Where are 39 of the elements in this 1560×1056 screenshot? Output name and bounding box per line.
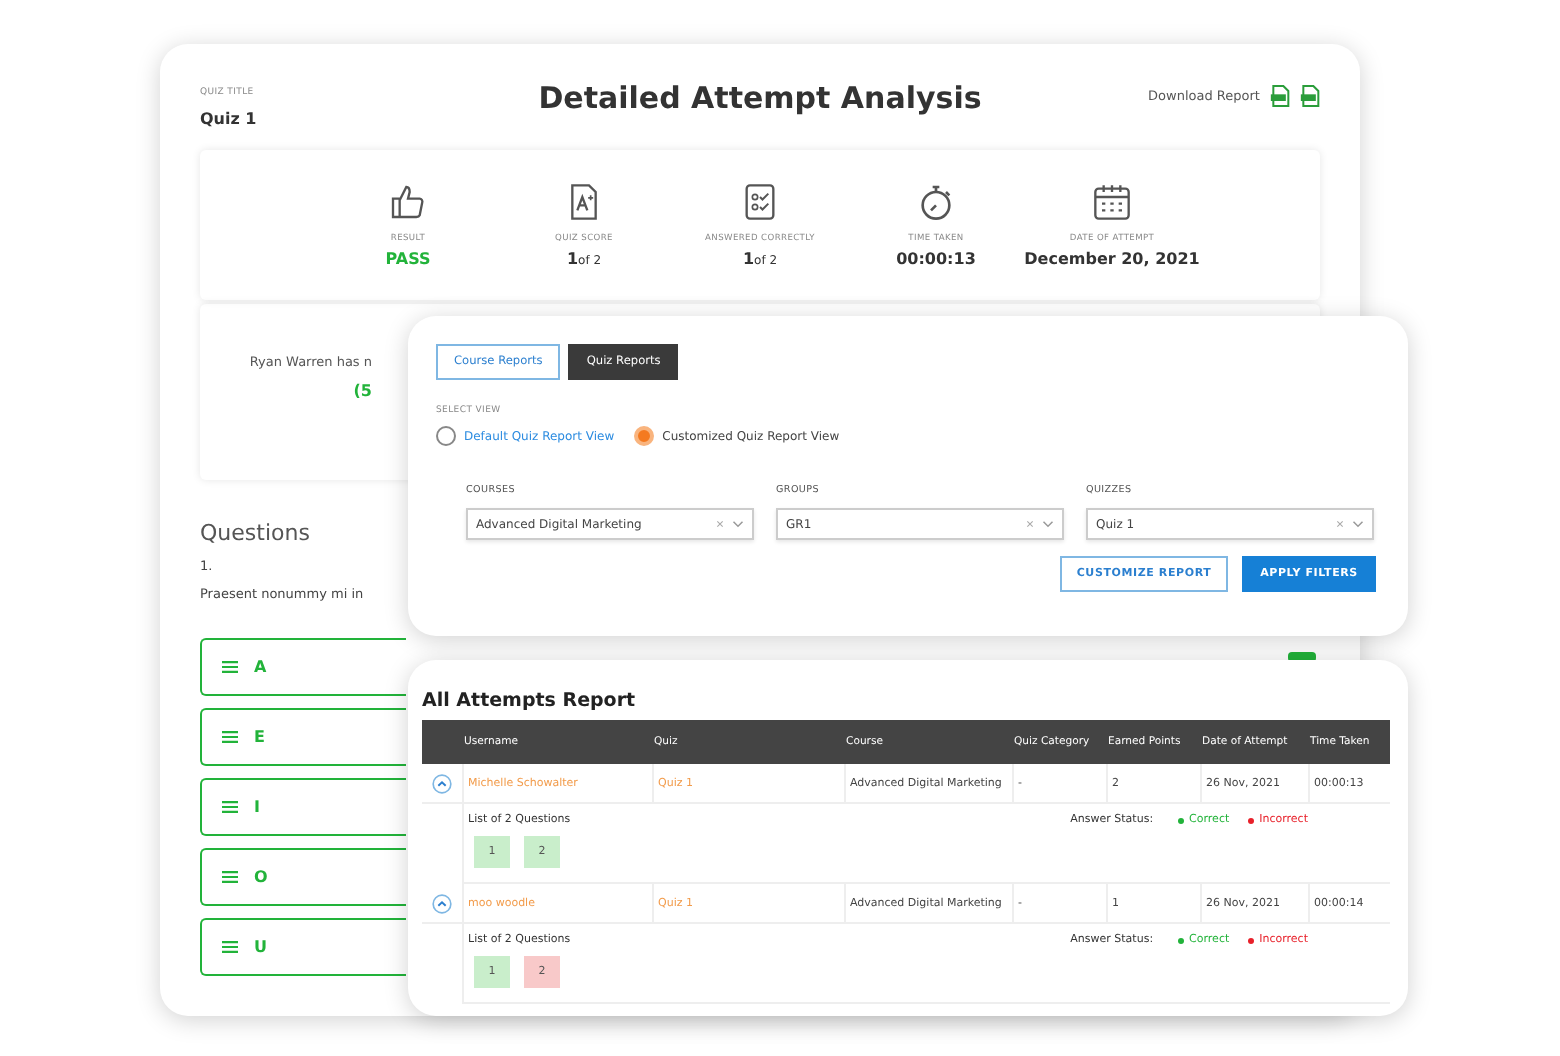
clear-icon[interactable] — [1336, 520, 1344, 528]
stat-value: 00:00:13 — [896, 250, 976, 268]
answer-option[interactable]: O — [200, 848, 406, 906]
answer-label: O — [254, 868, 268, 886]
stopwatch-icon — [916, 182, 956, 222]
clear-icon[interactable] — [1026, 520, 1034, 528]
checklist-icon — [740, 182, 780, 222]
stat-value: December 20, 2021 — [1024, 250, 1200, 268]
chevron-down-icon — [1352, 520, 1364, 528]
drag-handle-icon[interactable] — [222, 800, 238, 814]
chevron-down-icon — [732, 520, 744, 528]
answer-option[interactable]: I — [200, 778, 406, 836]
quiz-title: Quiz 1 — [200, 110, 259, 128]
page-title: Detailed Attempt Analysis — [538, 80, 982, 116]
collapse-icon[interactable] — [432, 893, 452, 913]
radio-button[interactable] — [634, 426, 655, 446]
clear-icon[interactable] — [716, 520, 724, 528]
answer-label: A — [254, 658, 267, 676]
spreadsheet-file-icon[interactable] — [1269, 84, 1290, 108]
calendar-icon — [1092, 182, 1132, 222]
answer-option[interactable]: E — [200, 708, 406, 766]
stat-value: PASS — [385, 250, 431, 268]
radio-button[interactable] — [436, 426, 456, 446]
drag-handle-icon[interactable] — [222, 660, 238, 674]
spreadsheet-file-icon[interactable] — [1299, 84, 1320, 108]
chevron-down-icon — [1042, 520, 1054, 528]
collapse-icon[interactable] — [432, 773, 452, 793]
questions-heading: Questions — [200, 520, 310, 546]
summary-score: (5 — [353, 382, 372, 400]
report-title: All Attempts Report — [422, 690, 636, 712]
thumbs-up-icon — [388, 182, 428, 222]
answer-label: I — [254, 798, 260, 816]
answer-label: E — [254, 728, 265, 746]
answer-option[interactable]: A — [200, 638, 406, 696]
drag-handle-icon[interactable] — [222, 940, 238, 954]
answer-option[interactable]: U — [200, 918, 406, 976]
drag-handle-icon[interactable] — [222, 730, 238, 744]
answer-label: U — [254, 938, 267, 956]
drag-handle-icon[interactable] — [222, 870, 238, 884]
